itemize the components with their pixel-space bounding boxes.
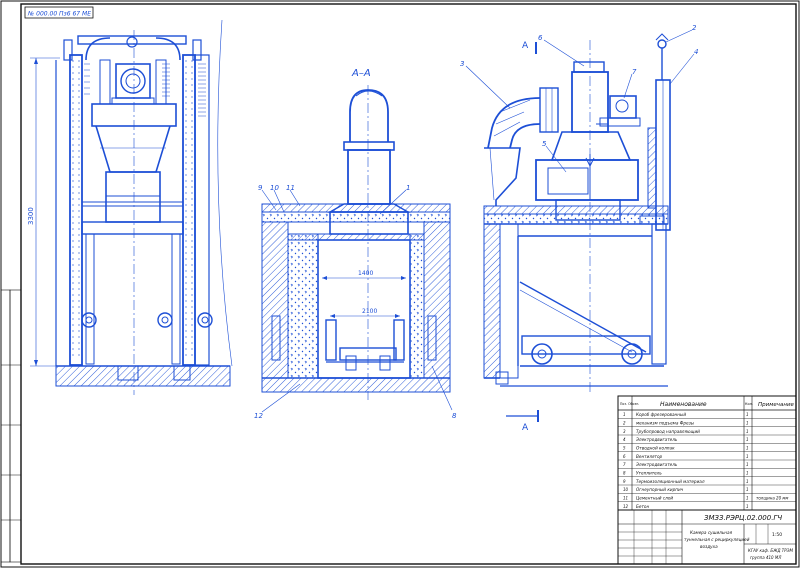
table-row-name: Термоизоляционный материал [636,479,705,484]
table-row-name: Утеплитель [636,471,662,476]
section-view: А–А 1400 2100 9 10 11 1 12 8 [254,68,457,420]
table-row-qty: 1 [746,471,749,476]
table-row-qty: 1 [746,412,749,417]
side-view: А А 6 3 7 2 4 5 [460,24,698,433]
parts-table: Поз. Обозн. Наименование Кол. Примечание… [617,395,797,511]
stamp-code-box: № 000.00 Пз6 67 МЕ [24,6,94,19]
stamp-code: № 000.00 Пз6 67 МЕ [27,11,91,18]
header-qty: Кол. [745,402,753,406]
title-line-1: Камера сушильная [690,530,733,535]
table-row-pos: 10 [623,487,629,492]
section-arrow-bottom: А [522,423,529,433]
table-row-qty: 1 [746,462,749,467]
callout-9: 9 [258,184,263,192]
callout-11: 11 [286,184,295,192]
callout-8: 8 [452,412,457,420]
callout-7: 7 [632,68,637,76]
scale-label: 1:50 [772,532,782,538]
header-pos: Поз. Обозн. [620,402,639,406]
callout-12: 12 [254,412,263,420]
table-row-qty: 1 [746,504,749,509]
table-row-qty: 1 [746,454,749,459]
parts-table-rows: 1 Короб фрезерованный 12 механизм подъема Ф… [618,412,796,509]
table-row-name: Вентилятор [636,454,663,459]
section-label: А–А [351,68,371,79]
table-row-pos: 2 [623,421,626,426]
org-line-2: группа 410 МЛ [750,555,781,560]
table-row-qty: 1 [746,487,749,492]
table-row-qty: 1 [746,429,749,434]
callout-5: 5 [542,140,547,148]
table-row-name: Цементный слой [636,496,673,501]
title-line-2: туннельная с рециркуляцией [684,537,750,542]
table-row-name: Бетон [636,504,649,509]
callout-10: 10 [270,184,279,192]
table-row-qty: 1 [746,479,749,484]
table-row-qty: 1 [746,421,749,426]
callout-2: 2 [692,24,697,32]
table-row-pos: 3 [623,429,626,434]
table-row-pos: 4 [623,437,626,442]
table-row-pos: 8 [623,471,626,476]
table-row-name: Трубопровод направляющий [636,429,700,434]
table-row-pos: 9 [623,479,626,484]
dimension-inner-depth: 2100 [362,308,377,315]
front-view: 3300 [27,19,233,395]
table-row-qty: 1 [746,446,749,451]
header-name: Наименование [660,401,707,408]
title-block: ЗМЗЗ.РЭРЦ.02.000.ГЧ Камера сушильная тун… [617,509,797,565]
callout-1: 1 [406,184,410,192]
table-row-qty: 1 [746,437,749,442]
dimension-inner-width: 1400 [358,270,373,277]
table-row-pos: 12 [623,504,629,509]
header-note: Примечание [758,402,795,408]
table-row-pos: 6 [623,454,626,459]
table-row-name: механизм подъема Фрезы [636,421,695,426]
table-row-name: Отводной колпак [636,446,675,451]
side-callout-labels: 6 3 7 2 4 5 [460,24,698,148]
dimension-height: 3300 [27,207,35,225]
table-row-pos: 7 [623,462,626,467]
engineering-drawing: № 000.00 Пз6 67 МЕ 3300 А–А 1400 2100 9 … [0,0,800,568]
section-arrow-top: А [522,41,529,51]
table-row-name: Огнеупорный кирпич [636,487,684,492]
table-row-name: Электродвигатель [635,462,678,467]
parts-table-header: Поз. Обозн. Наименование Кол. Примечание [620,401,795,408]
org-line-1: КГАУ каф. БЖД ТРЭМ [748,548,793,553]
doc-code: ЗМЗЗ.РЭРЦ.02.000.ГЧ [704,514,782,522]
table-row-pos: 11 [623,496,628,501]
title-line-3: воздуха [700,544,718,549]
callout-4: 4 [694,48,698,56]
table-row-note: толщина 20 мм [756,496,788,501]
table-row-name: Электродвигатель [635,437,678,442]
callout-3: 3 [460,60,464,68]
table-row-pos: 1 [623,412,626,417]
callout-6: 6 [538,34,543,42]
table-row-name: Короб фрезерованный [636,412,686,417]
table-row-qty: 1 [746,496,749,501]
table-row-pos: 5 [623,446,626,451]
